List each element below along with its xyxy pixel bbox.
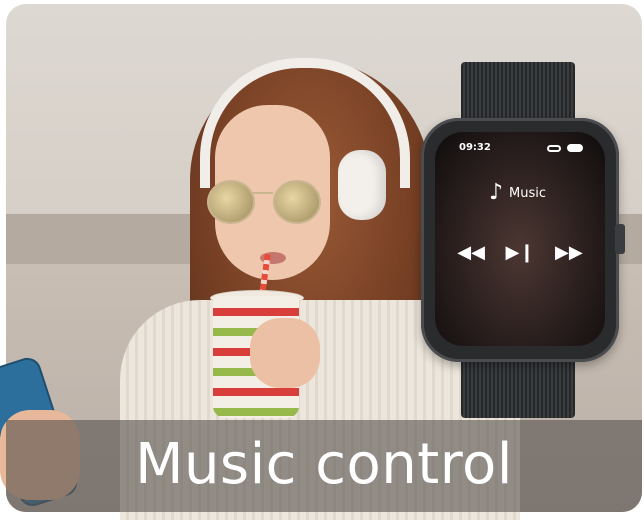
music-label: Music xyxy=(509,185,547,201)
battery-icon xyxy=(567,144,583,152)
watch-screen: 09:32 ♪ Music ◀◀ ▶❙ ▶▶ xyxy=(435,132,605,346)
sunglasses xyxy=(205,180,321,225)
sunglasses-left-lens xyxy=(207,180,255,224)
headphones-earcup xyxy=(338,150,386,220)
sunglasses-bridge xyxy=(251,192,273,194)
music-app-title: ♪ Music xyxy=(489,182,546,204)
caption-text: Music control xyxy=(135,432,513,497)
watch-status-icons xyxy=(547,144,583,152)
play-pause-icon[interactable]: ▶❙ xyxy=(506,242,535,263)
previous-track-icon[interactable]: ◀◀ xyxy=(457,242,485,263)
watch-time: 09:32 xyxy=(459,142,491,153)
sunglasses-right-lens xyxy=(273,180,321,224)
music-note-icon: ♪ xyxy=(489,180,504,205)
watch-crown xyxy=(615,224,625,254)
next-track-icon[interactable]: ▶▶ xyxy=(555,242,583,263)
music-controls: ◀◀ ▶❙ ▶▶ xyxy=(435,242,605,263)
link-icon xyxy=(547,144,561,152)
person-hand xyxy=(250,318,320,388)
